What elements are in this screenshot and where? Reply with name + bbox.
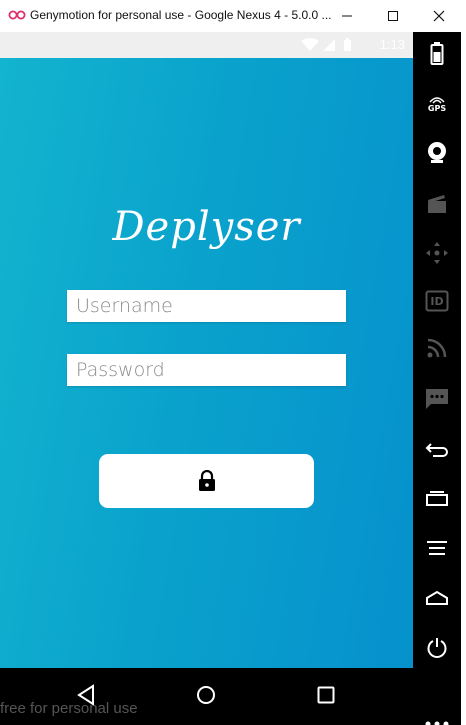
login-screen: Deplyser: [0, 58, 413, 668]
maximize-button[interactable]: [370, 0, 416, 32]
dpad-tool[interactable]: [413, 233, 461, 273]
signal-icon: [323, 39, 335, 51]
close-button[interactable]: [416, 0, 462, 32]
camera-icon: [428, 142, 446, 163]
username-field-container: [67, 290, 346, 322]
sms-icon: [426, 389, 448, 409]
video-capture-icon: [428, 195, 446, 213]
window-title: Genymotion for personal use - Google Nex…: [30, 8, 332, 22]
more-icon: [425, 721, 449, 725]
back-icon: [425, 443, 448, 457]
app-title: Deplyser: [112, 204, 301, 250]
power-icon: [427, 638, 447, 658]
password-input[interactable]: [67, 354, 346, 386]
menu-tool[interactable]: [413, 528, 461, 568]
minimize-icon: [342, 15, 352, 17]
lock-icon: [198, 470, 215, 491]
gps-tool[interactable]: GPS: [413, 84, 461, 124]
sms-tool[interactable]: [413, 379, 461, 419]
device-screen: 1:13 Deplyser: [0, 32, 413, 668]
id-tool[interactable]: ID: [413, 281, 461, 321]
wifi-icon: [301, 38, 319, 51]
android-status-bar: 1:13: [0, 32, 413, 58]
back-tool[interactable]: [413, 430, 461, 470]
power-tool[interactable]: [413, 628, 461, 668]
login-button[interactable]: [99, 454, 314, 508]
status-icons: [301, 38, 351, 51]
home-icon: [197, 686, 215, 704]
minimize-button[interactable]: [324, 0, 370, 32]
more-tool[interactable]: [413, 704, 461, 725]
status-time: 1:13: [379, 37, 405, 52]
gps-icon: [429, 97, 445, 104]
battery-icon: [430, 42, 444, 65]
home-icon: [426, 590, 448, 605]
maximize-icon: [388, 11, 398, 21]
battery-icon: [344, 38, 351, 51]
close-icon: [433, 10, 445, 22]
nav-home-button[interactable]: [186, 680, 226, 710]
window-edge: [461, 32, 466, 725]
genymotion-toolbar: GPS ID: [413, 32, 461, 725]
watermark-text: free for personal use: [0, 700, 138, 717]
id-label: ID: [430, 294, 444, 308]
password-field-container: [67, 354, 346, 386]
username-input[interactable]: [67, 290, 346, 322]
menu-icon: [427, 541, 447, 555]
genymotion-window: Genymotion for personal use - Google Nex…: [0, 0, 466, 725]
dpad-icon: [426, 242, 448, 264]
recent-apps-icon: [317, 686, 335, 704]
battery-tool[interactable]: [413, 34, 461, 74]
nav-recent-apps-button[interactable]: [306, 680, 346, 710]
recent-apps-tool[interactable]: [413, 478, 461, 518]
rss-icon: [427, 338, 447, 358]
home-tool[interactable]: [413, 578, 461, 618]
video-capture-tool[interactable]: [413, 184, 461, 224]
window-titlebar: Genymotion for personal use - Google Nex…: [0, 0, 466, 32]
camera-tool[interactable]: [413, 133, 461, 173]
rss-tool[interactable]: [413, 328, 461, 368]
recent-apps-icon: [426, 491, 448, 506]
genymotion-logo-icon: [8, 10, 26, 20]
gps-label: GPS: [427, 104, 447, 113]
